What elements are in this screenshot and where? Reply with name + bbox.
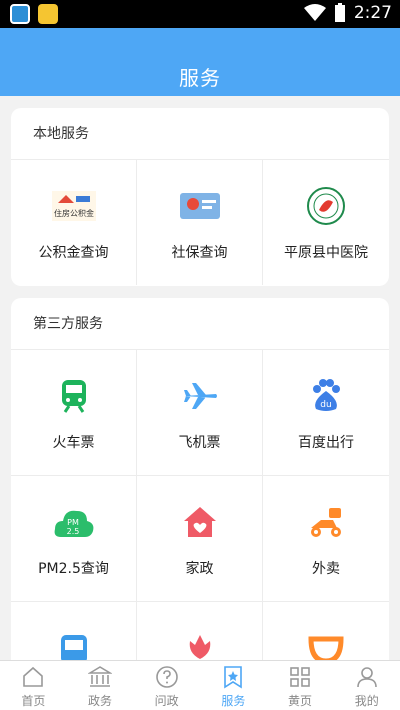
tab-mine-label: 我的 [354, 694, 379, 708]
bus-item[interactable] [11, 602, 137, 660]
page-title: 服务 [179, 66, 221, 90]
tab-yellow-pages-label: 黄页 [288, 694, 313, 708]
flower-icon [178, 626, 222, 660]
shopping-bag-icon [38, 4, 58, 24]
train-ticket-label: 火车票 [52, 435, 95, 451]
didi-icon [304, 626, 348, 660]
status-bar: 2:27 [0, 0, 400, 28]
grid-icon [290, 667, 310, 687]
home-icon [23, 666, 44, 687]
train-icon [52, 374, 96, 418]
flight-ticket-item[interactable]: 飞机票 [137, 350, 263, 476]
food-delivery-item[interactable]: 外卖 [263, 476, 389, 602]
housing-fund-query-label: 公积金查询 [38, 245, 109, 261]
third-party-services-title: 第三方服务 [11, 298, 389, 350]
flight-ticket-label: 飞机票 [178, 435, 221, 451]
question-icon [155, 666, 178, 688]
tab-yellow-pages[interactable]: 黄页 [267, 661, 334, 710]
battery-icon [334, 3, 345, 22]
food-delivery-label: 外卖 [312, 561, 340, 577]
tab-service[interactable]: 服务 [200, 661, 267, 710]
tab-government[interactable]: 政务 [67, 661, 134, 710]
housekeeping-item[interactable]: 家政 [137, 476, 263, 602]
tab-inquiry-label: 问政 [154, 694, 179, 708]
pm25-query-item[interactable]: PM 2.5 PM2.5查询 [11, 476, 137, 602]
tab-home-label: 首页 [21, 694, 46, 708]
social-security-query-label: 社保查询 [171, 245, 228, 261]
tab-home[interactable]: 首页 [0, 661, 67, 710]
hospital-logo-icon [304, 184, 348, 228]
social-security-card-icon [178, 184, 222, 228]
baidu-travel-label: 百度出行 [298, 435, 354, 451]
housing-fund-icon: 住房公积金 [51, 184, 96, 228]
local-services-title: 本地服务 [11, 108, 389, 160]
svg-text:PM: PM [67, 518, 79, 527]
social-security-query-item[interactable]: 社保查询 [137, 160, 263, 285]
header-bar: 服务 [0, 28, 400, 96]
bottom-tab-bar: 首页 政务 问政 服务 黄页 我的 [0, 660, 400, 710]
svg-text:住房公积金: 住房公积金 [54, 208, 94, 218]
svg-text:2.5: 2.5 [66, 527, 79, 536]
scooter-icon [304, 500, 348, 544]
local-services-card: 本地服务 住房公积金 公积金查询 社保查询 平原县中医院 [11, 108, 389, 286]
app-notification-icon [10, 4, 30, 24]
pm25-cloud-icon: PM 2.5 [52, 500, 96, 544]
status-time: 2:27 [353, 3, 392, 23]
pingyuan-tcm-hospital-item[interactable]: 平原县中医院 [263, 160, 389, 285]
pingyuan-tcm-hospital-label: 平原县中医院 [284, 245, 368, 261]
government-building-icon [88, 666, 112, 687]
flower-service-item[interactable] [137, 602, 263, 660]
user-icon [356, 667, 377, 688]
tab-mine[interactable]: 我的 [333, 661, 400, 710]
service-star-icon [224, 666, 243, 689]
house-heart-icon [178, 500, 222, 544]
svg-text:du: du [320, 400, 331, 410]
train-ticket-item[interactable]: 火车票 [11, 350, 137, 476]
tab-inquiry[interactable]: 问政 [133, 661, 200, 710]
bus-icon [52, 626, 96, 660]
baidu-travel-item[interactable]: du 百度出行 [263, 350, 389, 476]
wifi-icon [303, 4, 326, 21]
pm25-query-label: PM2.5查询 [38, 561, 109, 577]
didi-item[interactable] [263, 602, 389, 660]
housekeeping-label: 家政 [185, 561, 214, 577]
tab-service-label: 服务 [221, 694, 246, 708]
airplane-icon [178, 374, 222, 418]
third-party-services-card: 第三方服务 火车票 飞机票 du 百度出行 PM 2.5 PM2.5查询 家政 … [11, 298, 389, 660]
housing-fund-query-item[interactable]: 住房公积金 公积金查询 [11, 160, 137, 285]
tab-government-label: 政务 [88, 694, 113, 708]
baidu-paw-icon: du [304, 374, 348, 418]
